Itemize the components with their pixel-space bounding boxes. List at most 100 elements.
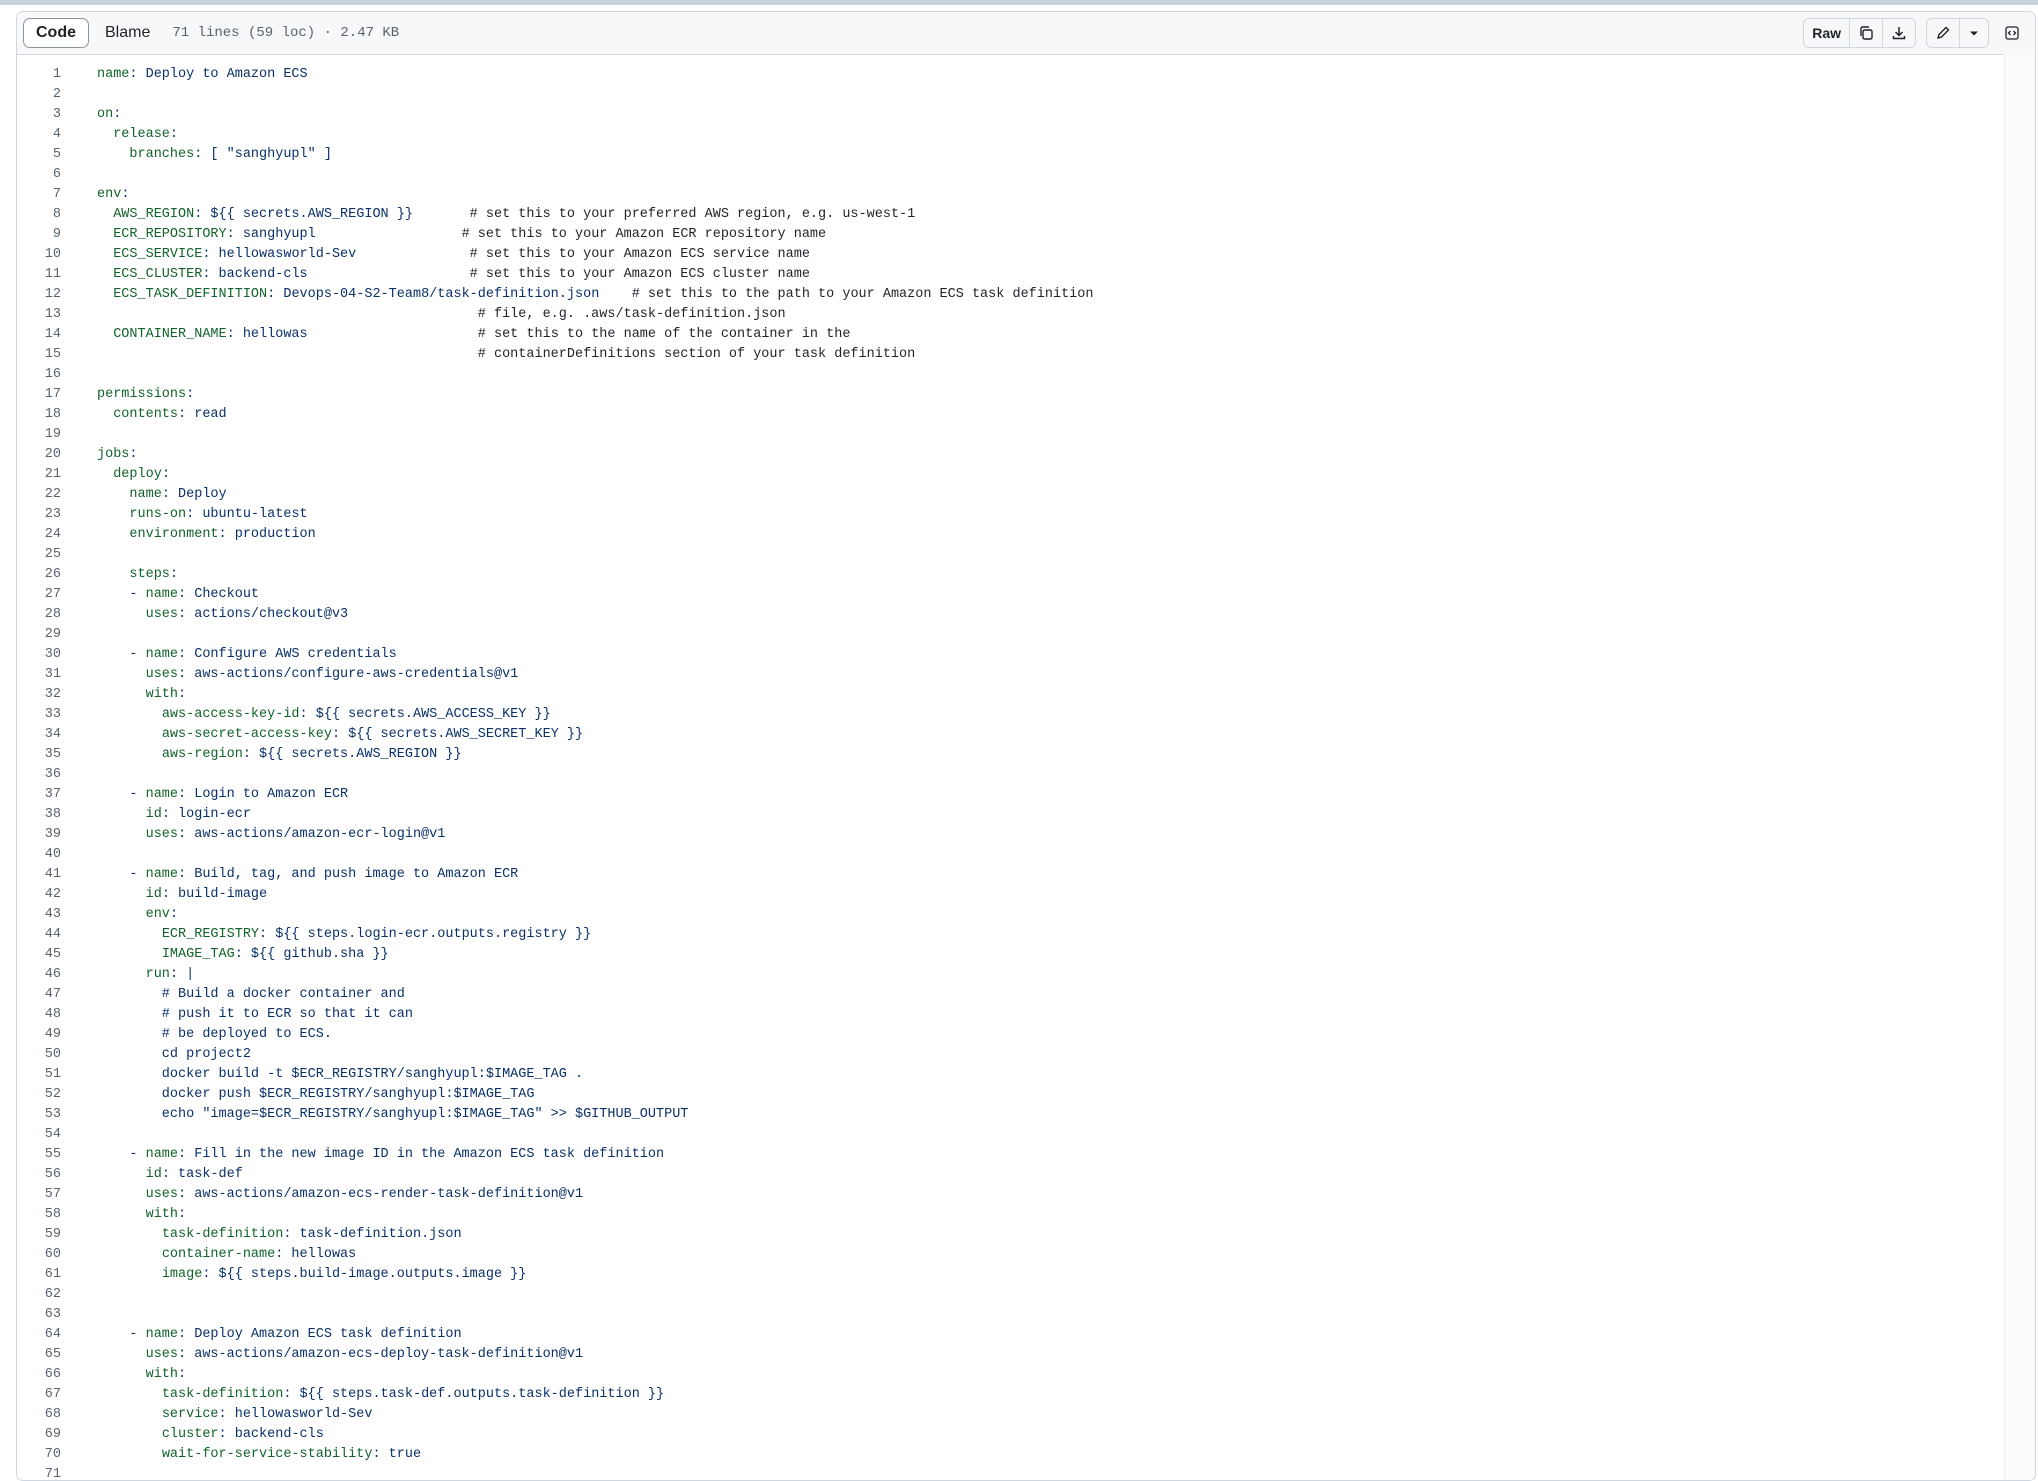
tab-blame[interactable]: Blame bbox=[93, 18, 162, 48]
line-number[interactable]: 50 bbox=[17, 1045, 61, 1065]
yaml-key: name bbox=[145, 867, 179, 882]
yaml-value bbox=[97, 687, 146, 702]
line-number[interactable]: 12 bbox=[17, 285, 61, 305]
line-number[interactable]: 57 bbox=[17, 1185, 61, 1205]
line-number[interactable]: 58 bbox=[17, 1205, 61, 1225]
line-number[interactable]: 67 bbox=[17, 1385, 61, 1405]
line-number[interactable]: 41 bbox=[17, 865, 61, 885]
line-number[interactable]: 3 bbox=[17, 105, 61, 125]
line-number[interactable]: 2 bbox=[17, 85, 61, 105]
line-number[interactable]: 36 bbox=[17, 765, 61, 785]
edit-menu-button[interactable] bbox=[1959, 19, 1988, 47]
line-number[interactable]: 37 bbox=[17, 785, 61, 805]
line-number[interactable]: 38 bbox=[17, 805, 61, 825]
line-number[interactable]: 5 bbox=[17, 145, 61, 165]
line-number[interactable]: 54 bbox=[17, 1125, 61, 1145]
line-number[interactable]: 9 bbox=[17, 225, 61, 245]
line-number[interactable]: 55 bbox=[17, 1145, 61, 1165]
yaml-value: : bbox=[169, 567, 179, 582]
copy-raw-button[interactable] bbox=[1849, 19, 1882, 47]
line-number[interactable]: 46 bbox=[17, 965, 61, 985]
code-scrollbar[interactable] bbox=[2004, 54, 2035, 1480]
download-button[interactable] bbox=[1882, 19, 1915, 47]
line-number[interactable]: 18 bbox=[17, 405, 61, 425]
line-number[interactable]: 53 bbox=[17, 1105, 61, 1125]
line-number[interactable]: 64 bbox=[17, 1325, 61, 1345]
line-number[interactable]: 8 bbox=[17, 205, 61, 225]
yaml-value: docker build -t $ECR_REGISTRY/sanghyupl:… bbox=[97, 1067, 584, 1082]
line-number[interactable]: 28 bbox=[17, 605, 61, 625]
line-number[interactable]: 63 bbox=[17, 1305, 61, 1325]
line-number[interactable]: 14 bbox=[17, 325, 61, 345]
line-number[interactable]: 39 bbox=[17, 825, 61, 845]
line-number[interactable]: 11 bbox=[17, 265, 61, 285]
line-number[interactable]: 40 bbox=[17, 845, 61, 865]
line-number[interactable]: 31 bbox=[17, 665, 61, 685]
line-number[interactable]: 30 bbox=[17, 645, 61, 665]
line-number[interactable]: 19 bbox=[17, 425, 61, 445]
line-number[interactable]: 27 bbox=[17, 585, 61, 605]
line-number[interactable]: 43 bbox=[17, 905, 61, 925]
line-number[interactable]: 66 bbox=[17, 1365, 61, 1385]
line-number[interactable]: 21 bbox=[17, 465, 61, 485]
line-number[interactable]: 56 bbox=[17, 1165, 61, 1185]
line-number[interactable]: 1 bbox=[17, 65, 61, 85]
yaml-value bbox=[97, 527, 129, 542]
yaml-value: : bbox=[113, 107, 122, 122]
edit-button[interactable] bbox=[1927, 19, 1959, 47]
line-number[interactable]: 17 bbox=[17, 385, 61, 405]
line-number[interactable]: 71 bbox=[17, 1465, 61, 1480]
line-number[interactable]: 48 bbox=[17, 1005, 61, 1025]
line-number[interactable]: 47 bbox=[17, 985, 61, 1005]
yaml-key: image bbox=[161, 1267, 203, 1282]
line-number[interactable]: 59 bbox=[17, 1225, 61, 1245]
line-number[interactable]: 7 bbox=[17, 185, 61, 205]
line-number[interactable]: 62 bbox=[17, 1285, 61, 1305]
line-number[interactable]: 16 bbox=[17, 365, 61, 385]
line-number[interactable]: 65 bbox=[17, 1345, 61, 1365]
line-number[interactable]: 45 bbox=[17, 945, 61, 965]
code-line: 4 release: bbox=[17, 125, 2035, 145]
line-number[interactable]: 35 bbox=[17, 745, 61, 765]
line-number[interactable]: 22 bbox=[17, 485, 61, 505]
line-number[interactable]: 24 bbox=[17, 525, 61, 545]
yaml-key: jobs bbox=[97, 447, 130, 462]
code-comment: # set this to your Amazon ECS service na… bbox=[469, 247, 810, 262]
line-number[interactable]: 23 bbox=[17, 505, 61, 525]
code-line: 19 bbox=[17, 425, 2035, 445]
symbols-panel-button[interactable] bbox=[1997, 19, 2027, 47]
line-number[interactable]: 33 bbox=[17, 705, 61, 725]
yaml-key: name bbox=[145, 1147, 179, 1162]
line-number[interactable]: 61 bbox=[17, 1265, 61, 1285]
line-number[interactable]: 32 bbox=[17, 685, 61, 705]
raw-button[interactable]: Raw bbox=[1804, 19, 1849, 47]
line-number[interactable]: 69 bbox=[17, 1425, 61, 1445]
line-number[interactable]: 20 bbox=[17, 445, 61, 465]
line-number[interactable]: 70 bbox=[17, 1445, 61, 1465]
yaml-value: : bbox=[178, 687, 187, 702]
line-number[interactable]: 26 bbox=[17, 565, 61, 585]
line-number[interactable]: 10 bbox=[17, 245, 61, 265]
code-line: 30 - name: Configure AWS credentials bbox=[17, 645, 2035, 665]
line-number[interactable]: 29 bbox=[17, 625, 61, 645]
line-number[interactable]: 6 bbox=[17, 165, 61, 185]
line-number[interactable]: 49 bbox=[17, 1025, 61, 1045]
line-number[interactable]: 25 bbox=[17, 545, 61, 565]
yaml-value: # push it to ECR so that it can bbox=[97, 1007, 413, 1022]
code-line: 46 run: | bbox=[17, 965, 2035, 985]
line-number[interactable]: 44 bbox=[17, 925, 61, 945]
line-number[interactable]: 15 bbox=[17, 345, 61, 365]
code-line: 63 bbox=[17, 1305, 2035, 1325]
line-number[interactable]: 68 bbox=[17, 1405, 61, 1425]
line-number[interactable]: 13 bbox=[17, 305, 61, 325]
code-text: task-definition: task-definition.json bbox=[97, 1225, 462, 1245]
line-number[interactable]: 42 bbox=[17, 885, 61, 905]
line-number[interactable]: 4 bbox=[17, 125, 61, 145]
line-number[interactable]: 60 bbox=[17, 1245, 61, 1265]
tab-code[interactable]: Code bbox=[23, 18, 89, 48]
code-text: release: bbox=[97, 125, 178, 145]
line-number[interactable]: 52 bbox=[17, 1085, 61, 1105]
line-number[interactable]: 51 bbox=[17, 1065, 61, 1085]
line-number[interactable]: 34 bbox=[17, 725, 61, 745]
code-text: runs-on: ubuntu-latest bbox=[97, 505, 307, 525]
